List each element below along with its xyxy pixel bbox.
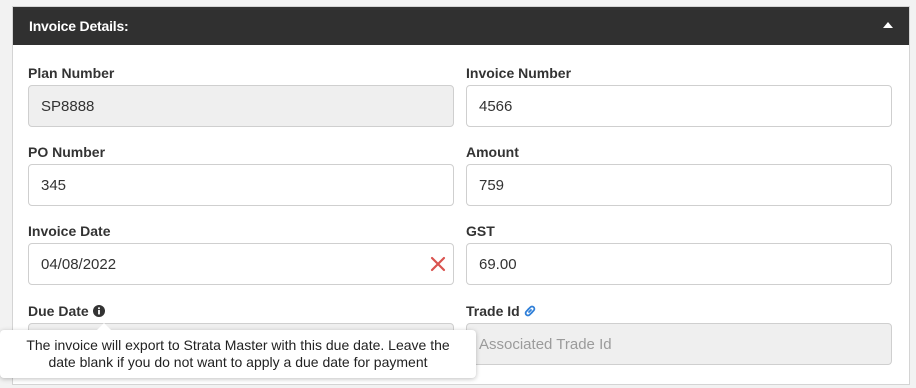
po-number-label: PO Number [28,144,106,160]
plan-number-label: Plan Number [28,65,115,81]
panel-title: Invoice Details: [29,18,129,34]
plan-number-input[interactable] [28,85,454,127]
trade-id-label: Trade Id [466,303,537,319]
tooltip-arrow [97,323,111,330]
caret-up-icon[interactable] [883,22,893,28]
invoice-number-label: Invoice Number [466,65,572,81]
tooltip-line-1: The invoice will export to Strata Master… [26,337,450,353]
invoice-details-panel: Invoice Details: Plan Number Invoice Num… [12,6,910,385]
gst-label: GST [466,223,495,239]
amount-label: Amount [466,144,519,160]
trade-id-label-text: Trade Id [466,303,520,319]
close-icon[interactable] [430,256,446,272]
link-icon[interactable] [523,304,537,318]
invoice-date-input[interactable] [28,243,454,285]
tooltip-line-2: date blank if you do not want to apply a… [48,354,428,370]
panel-header[interactable]: Invoice Details: [13,7,909,45]
due-date-tooltip: The invoice will export to Strata Master… [0,323,476,378]
info-icon[interactable] [92,304,105,317]
amount-input[interactable] [466,164,892,206]
due-date-label-text: Due Date [28,303,89,319]
po-number-input[interactable] [28,164,454,206]
gst-input[interactable] [466,243,892,285]
due-date-label: Due Date [28,303,105,319]
invoice-number-input[interactable] [466,85,892,127]
invoice-date-label: Invoice Date [28,223,111,239]
trade-id-input[interactable] [466,323,892,365]
